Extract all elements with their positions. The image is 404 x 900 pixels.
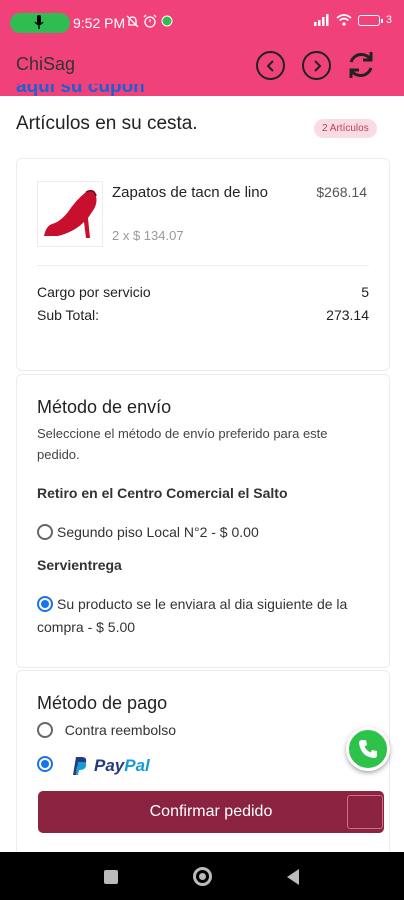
paypal-pal-text: Pal	[124, 756, 150, 775]
service-charge-label: Cargo por servicio	[37, 284, 151, 300]
cart-card: Zapatos de tacn de lino 2 x $ 134.07 $26…	[16, 158, 390, 371]
subtotal-row: Sub Total: 273.14	[37, 307, 369, 323]
battery-level: 3	[385, 14, 392, 26]
shipping-option-courier-label: Su producto se le enviara al dia siguien…	[37, 596, 348, 635]
home-icon[interactable]	[193, 867, 212, 886]
app-title: ChiSag	[16, 54, 76, 74]
radio-unselected[interactable]	[37, 722, 53, 738]
radio-selected[interactable]	[37, 756, 53, 772]
mic-icon	[34, 15, 44, 29]
shipping-description: Seleccione el método de envío preferido …	[37, 426, 328, 462]
back-button[interactable]	[256, 51, 285, 80]
product-price: $268.14	[316, 184, 367, 200]
service-charge-value: 5	[361, 284, 369, 300]
mute-icon	[126, 15, 139, 27]
chevron-right-icon	[313, 59, 321, 72]
payment-option-cod[interactable]: Contra reembolso	[37, 719, 377, 742]
shipping-title: Método de envío	[37, 397, 172, 417]
whatsapp-button[interactable]	[346, 727, 390, 771]
product-image[interactable]	[37, 181, 103, 247]
paypal-icon	[73, 757, 87, 775]
radio-selected[interactable]	[37, 596, 53, 612]
status-time: 9:52 PM	[73, 15, 126, 31]
system-nav-bar	[0, 852, 404, 900]
cart-title: Artículos en su cesta.	[16, 113, 198, 134]
paypal-logo[interactable]: PayPal	[70, 756, 150, 776]
service-charge-row: Cargo por servicio 5	[37, 284, 369, 300]
recent-apps-icon[interactable]	[104, 870, 118, 884]
red-heel-shoe-icon	[44, 189, 97, 238]
payment-title: Método de pago	[37, 693, 168, 713]
alarm-icon	[143, 14, 157, 28]
divider	[37, 265, 369, 266]
product-quantity: 2 x $ 134.07	[112, 228, 184, 243]
subtotal-label: Sub Total:	[37, 307, 100, 323]
payment-card: Método de pago Contra reembolso PayPal C…	[16, 670, 390, 860]
back-triangle-icon[interactable]	[287, 869, 299, 885]
confirm-order-button[interactable]: Confirmar pedido	[38, 791, 384, 833]
payment-option-paypal[interactable]	[37, 753, 57, 776]
courier-group-title: Servientrega	[37, 557, 122, 573]
shipping-card: Método de envío Seleccione el método de …	[16, 374, 390, 668]
shipping-option-courier[interactable]: Su producto se le enviara al dia siguien…	[37, 593, 377, 639]
radio-unselected[interactable]	[37, 524, 53, 540]
shipping-option-pickup[interactable]: Segundo piso Local N°2 - $ 0.00	[37, 521, 377, 544]
refresh-icon[interactable]	[344, 48, 378, 82]
items-count-badge: 2 Artículos	[314, 119, 377, 138]
chevron-left-icon	[266, 59, 274, 72]
mic-indicator	[10, 13, 70, 33]
status-bar: 9:52 PM 3	[0, 0, 404, 46]
coupon-link[interactable]: aquí su cupón	[16, 84, 145, 98]
wifi-icon	[336, 14, 352, 26]
signal-icon	[313, 14, 329, 26]
shipping-option-pickup-label: Segundo piso Local N°2 - $ 0.00	[57, 524, 259, 540]
pickup-group-title: Retiro en el Centro Comercial el Salto	[37, 485, 288, 501]
battery-icon	[357, 14, 383, 26]
app-header: 9:52 PM 3 ChiSag	[0, 0, 404, 96]
subtotal-value: 273.14	[326, 307, 369, 323]
confirm-button-edge	[347, 795, 383, 829]
forward-button[interactable]	[302, 51, 331, 80]
payment-option-cod-label: Contra reembolso	[64, 722, 177, 738]
product-name[interactable]: Zapatos de tacn de lino	[112, 182, 272, 203]
whatsapp-notification-icon	[161, 15, 173, 27]
paypal-pay-text: Pay	[94, 756, 125, 775]
phone-icon	[359, 740, 377, 758]
